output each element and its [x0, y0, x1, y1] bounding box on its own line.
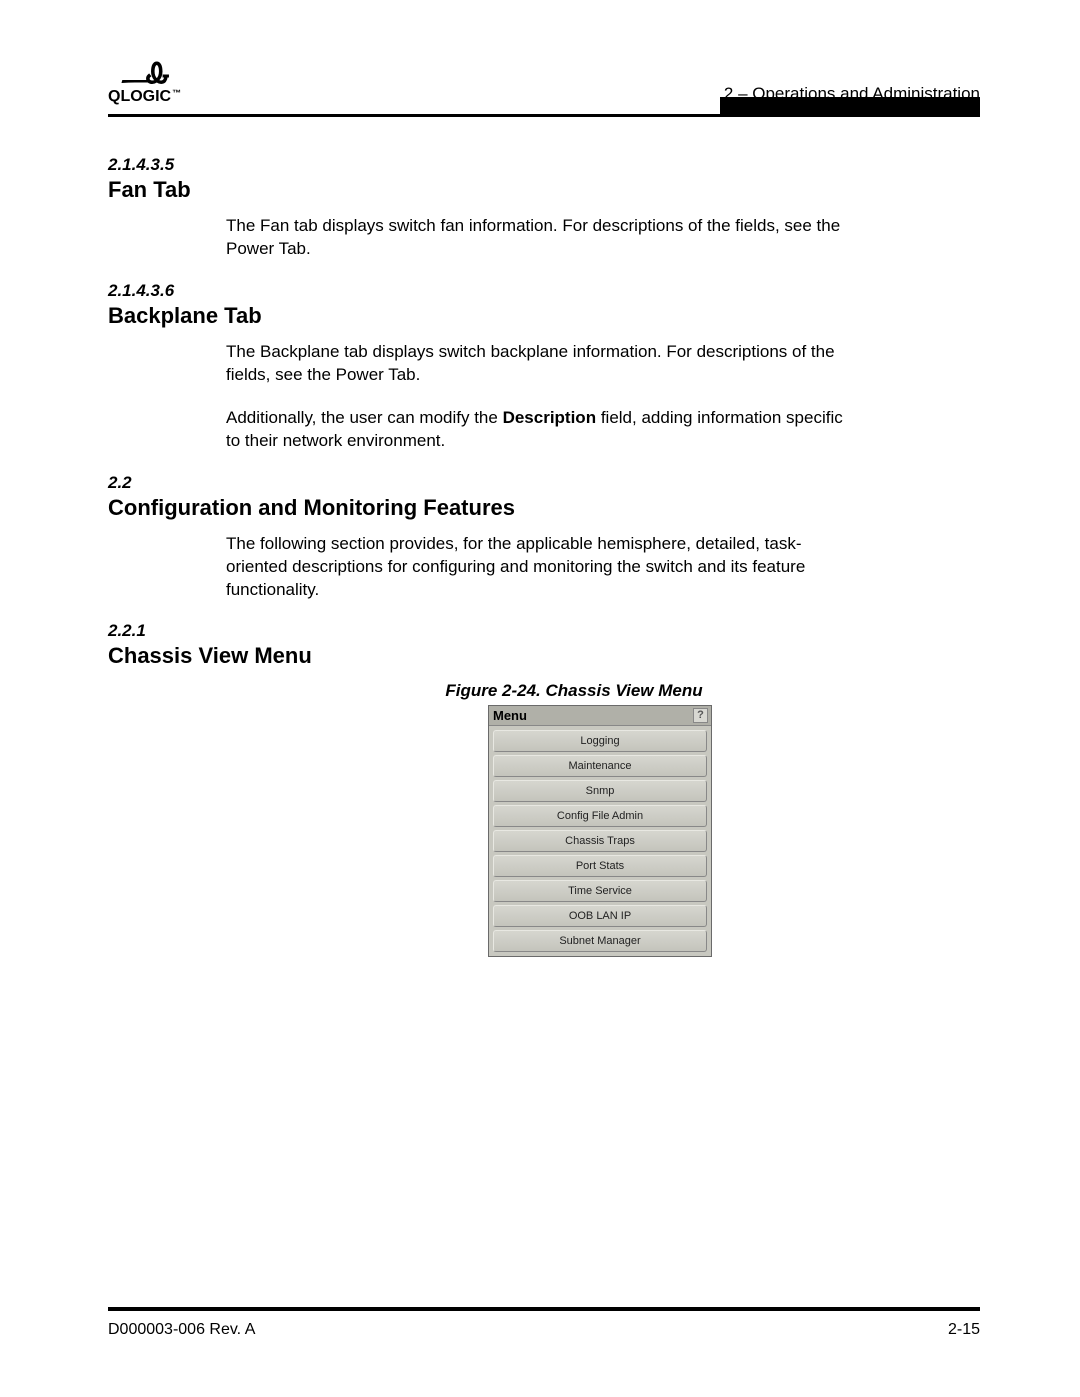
header-black-tab — [720, 97, 980, 117]
menu-item-port-stats[interactable]: Port Stats — [493, 855, 707, 877]
footer-rule — [108, 1307, 980, 1311]
section-number: 2.2 — [108, 473, 980, 493]
menu-item-subnet-manager[interactable]: Subnet Manager — [493, 930, 707, 952]
menu-item-oob-lan-ip[interactable]: OOB LAN IP — [493, 905, 707, 927]
section-heading-backplane-tab: Backplane Tab — [108, 303, 980, 329]
logo: ᎗Ꮂ QLOGIC™ — [108, 60, 181, 106]
header-rule — [108, 114, 720, 117]
body-paragraph: Additionally, the user can modify the De… — [226, 407, 851, 453]
menu-item-time-service[interactable]: Time Service — [493, 880, 707, 902]
help-icon[interactable]: ? — [693, 708, 708, 723]
body-paragraph: The Backplane tab displays switch backpl… — [226, 341, 851, 387]
logo-icon: ᎗Ꮂ — [121, 60, 168, 88]
chassis-view-menu-widget: Menu ? Logging Maintenance Snmp Config F… — [488, 705, 712, 957]
menu-item-chassis-traps[interactable]: Chassis Traps — [493, 830, 707, 852]
doc-id: D000003-006 Rev. A — [108, 1321, 255, 1339]
section-heading-chassis-view-menu: Chassis View Menu — [108, 643, 980, 669]
section-number: 2.1.4.3.5 — [108, 155, 980, 175]
menu-item-logging[interactable]: Logging — [493, 730, 707, 752]
logo-text: QLOGIC™ — [108, 88, 181, 106]
section-heading-fan-tab: Fan Tab — [108, 177, 980, 203]
body-paragraph: The Fan tab displays switch fan informat… — [226, 215, 851, 261]
section-number: 2.2.1 — [108, 621, 980, 641]
section-heading-config-monitoring: Configuration and Monitoring Features — [108, 495, 980, 521]
menu-item-snmp[interactable]: Snmp — [493, 780, 707, 802]
menu-item-config-file-admin[interactable]: Config File Admin — [493, 805, 707, 827]
figure-caption: Figure 2-24. Chassis View Menu — [168, 681, 980, 701]
menu-item-maintenance[interactable]: Maintenance — [493, 755, 707, 777]
body-paragraph: The following section provides, for the … — [226, 533, 851, 602]
menu-title-label: Menu — [493, 708, 527, 723]
section-number: 2.1.4.3.6 — [108, 281, 980, 301]
page-number: 2-15 — [948, 1321, 980, 1339]
